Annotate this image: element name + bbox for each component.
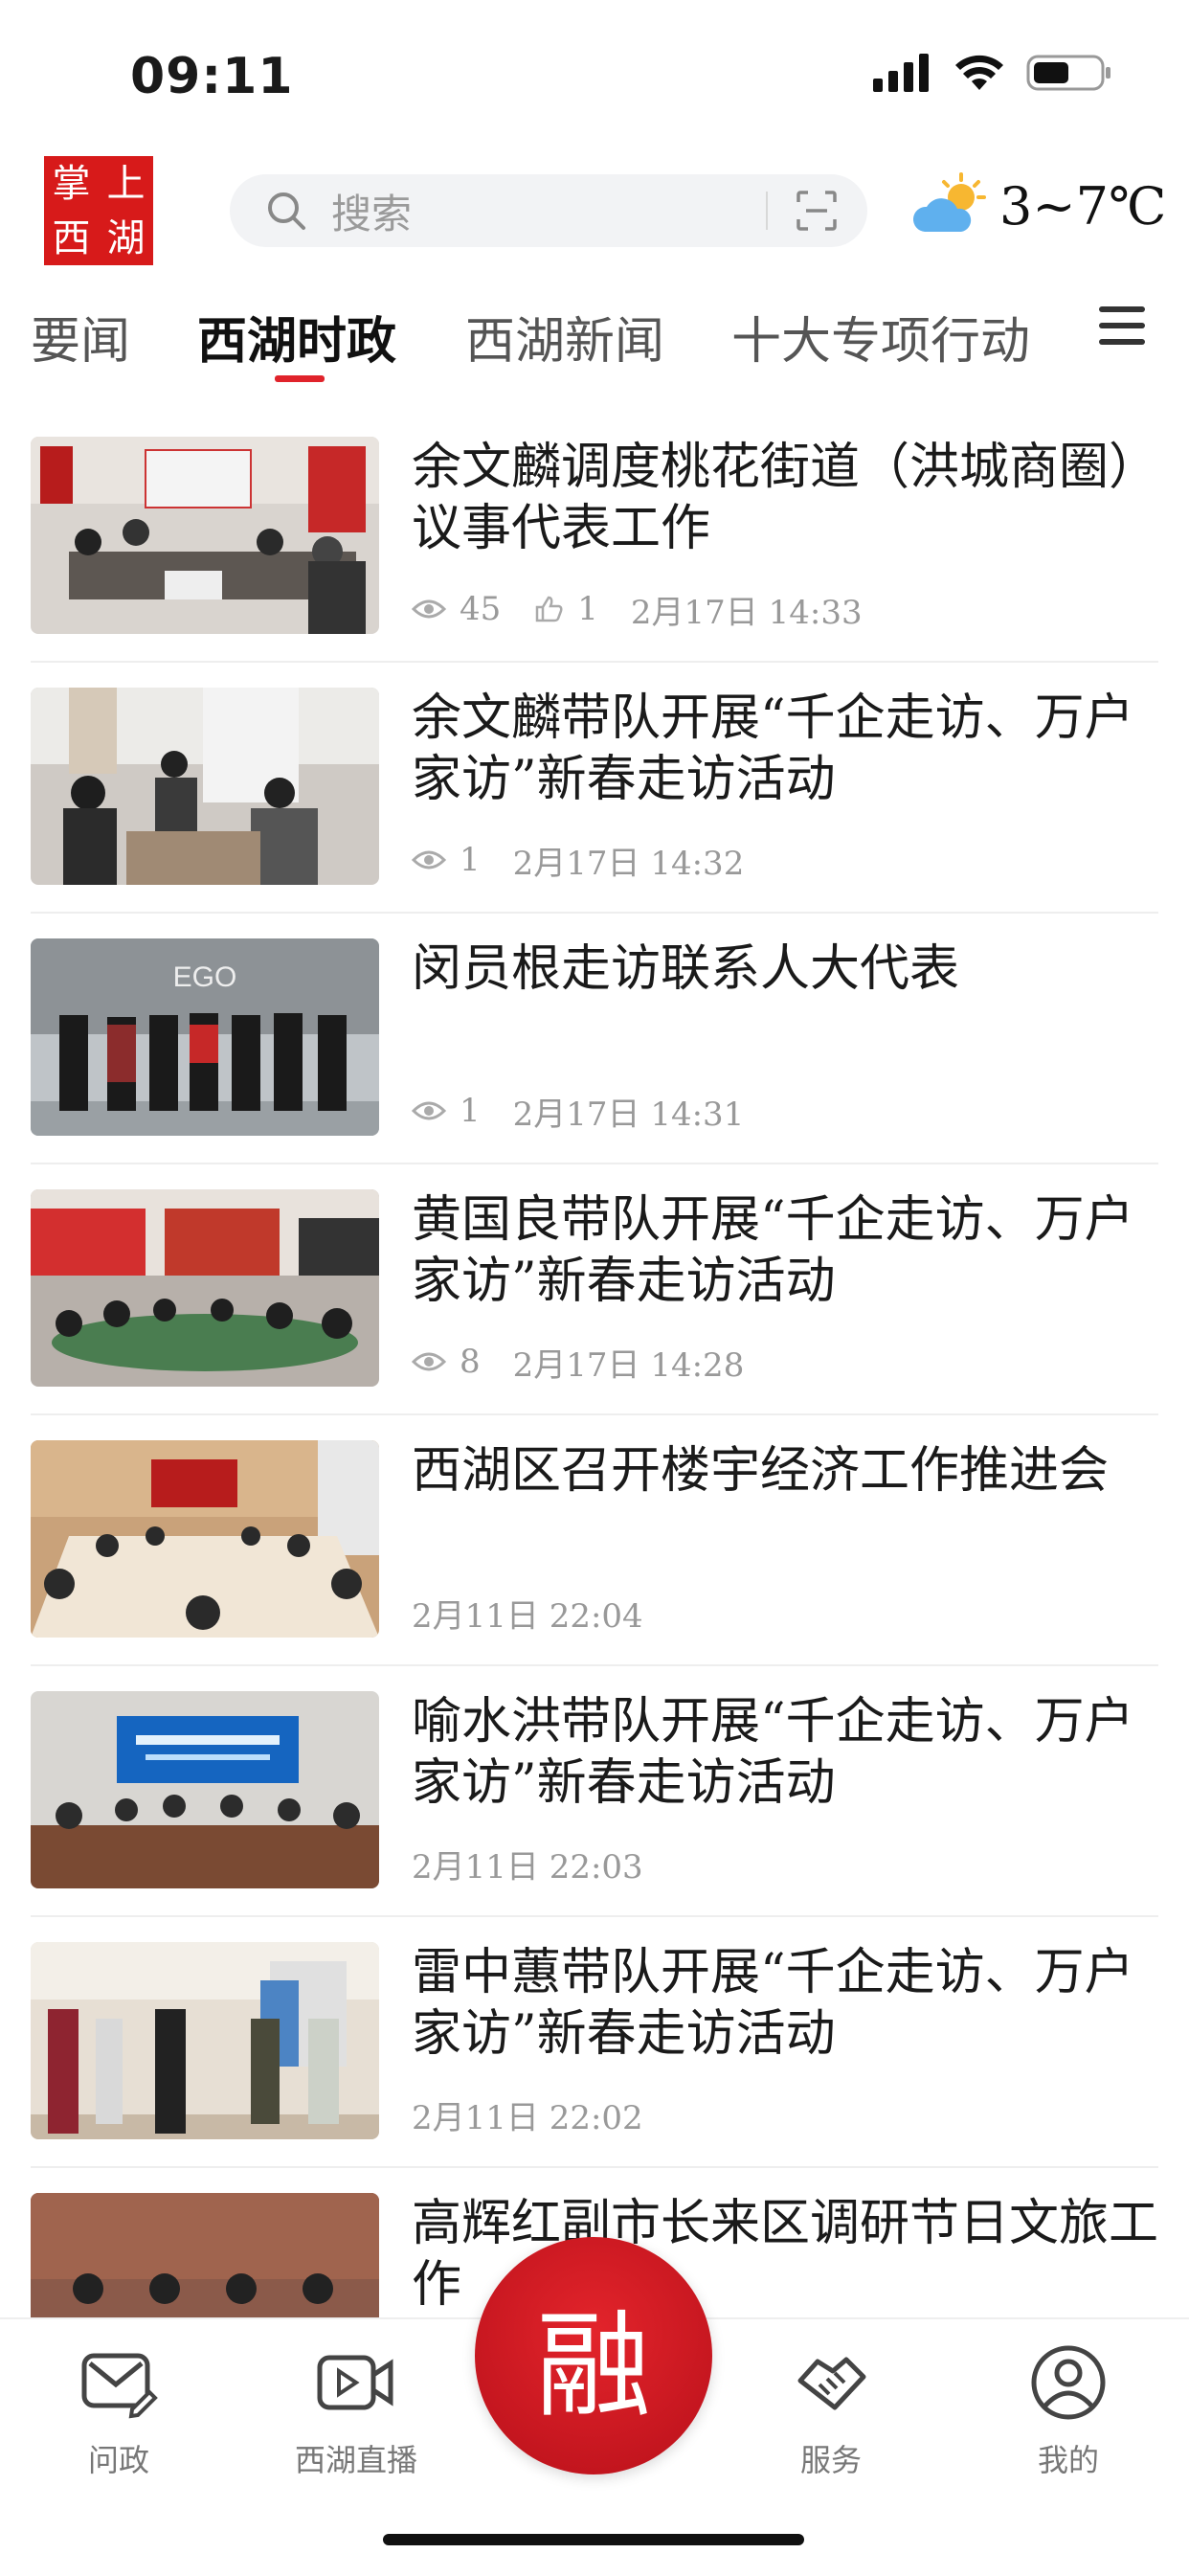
menu-icon[interactable] xyxy=(1099,306,1145,345)
publish-time: 2月17日 14:32 xyxy=(512,844,745,883)
user-icon xyxy=(1031,2345,1106,2420)
weather-temp: 3~7℃ xyxy=(999,175,1167,237)
status-icons xyxy=(873,53,1112,93)
scan-icon[interactable] xyxy=(795,189,839,233)
news-meta: 45 1 2月17日 14:33 xyxy=(412,590,863,632)
search-bar[interactable]: 搜索 xyxy=(230,174,867,247)
news-title: 余文麟带队开展“千企走访、万户家访”新春走访活动 xyxy=(412,689,1134,808)
tab-shida-zhuanxiang[interactable]: 十大专项行动 xyxy=(731,301,1030,373)
view-count: 45 xyxy=(460,590,502,628)
news-meta: 1 2月17日 14:32 xyxy=(412,841,744,883)
nav-service[interactable]: 服务 xyxy=(745,2342,917,2480)
signal-icon xyxy=(873,54,929,92)
view-count: 1 xyxy=(460,841,481,879)
publish-time: 2月17日 14:33 xyxy=(630,593,863,632)
search-icon xyxy=(268,192,305,230)
news-meta: 1 2月17日 14:31 xyxy=(412,1092,744,1134)
nav-label: 西湖直播 xyxy=(294,2442,417,2478)
news-title: 闵员根走访联系人大代表 xyxy=(412,940,960,998)
news-title: 黄国良带队开展“千企走访、万户家访”新春走访活动 xyxy=(412,1191,1134,1310)
app-logo[interactable]: 掌 上 西 湖 xyxy=(44,156,153,265)
status-time: 09:11 xyxy=(130,48,294,105)
publish-time: 2月11日 22:02 xyxy=(412,2098,643,2137)
news-item[interactable]: 西湖区召开楼宇经济工作推进会 2月11日 22:04 xyxy=(31,1415,1158,1666)
wifi-icon xyxy=(955,55,1003,90)
publish-time: 2月17日 14:31 xyxy=(512,1095,745,1134)
news-meta: 2月11日 22:04 xyxy=(412,1593,643,1636)
news-item[interactable]: EGO 闵员根走访联系人大代表 1 2月17日 14:31 xyxy=(31,914,1158,1164)
news-title: 余文麟调度桃花街道（洪城商圈）议事代表工作 xyxy=(412,439,1159,557)
nav-mine[interactable]: 我的 xyxy=(982,2342,1155,2480)
news-thumbnail xyxy=(31,688,379,885)
channel-tabs: 要闻 西湖时政 西湖新闻 十大专项行动 xyxy=(0,278,1189,383)
svg-text:EGO: EGO xyxy=(173,961,237,993)
search-placeholder: 搜索 xyxy=(331,190,413,237)
handshake-icon xyxy=(797,2357,866,2410)
news-meta: 2月11日 22:02 xyxy=(412,2095,643,2137)
news-title: 西湖区召开楼宇经济工作推进会 xyxy=(412,1442,1110,1500)
status-bar: 09:11 xyxy=(0,0,1189,144)
nav-xihu-live[interactable]: 西湖直播 xyxy=(270,2342,442,2480)
news-item[interactable]: 余文麟带队开展“千企走访、万户家访”新春走访活动 1 2月17日 14:32 xyxy=(31,663,1158,914)
news-meta: 8 2月17日 14:28 xyxy=(412,1343,744,1385)
news-thumbnail xyxy=(31,1189,379,1387)
home-indicator[interactable] xyxy=(383,2534,804,2545)
view-count: 1 xyxy=(460,1092,481,1130)
battery-icon xyxy=(1026,55,1110,91)
tab-xihu-xinwen[interactable]: 西湖新闻 xyxy=(465,301,664,373)
rong-logo-text: 融 xyxy=(536,2300,651,2433)
weather-widget[interactable]: 3~7℃ xyxy=(911,172,1166,239)
video-play-icon xyxy=(317,2355,393,2410)
tab-yaowen[interactable]: 要闻 xyxy=(31,301,130,373)
publish-time: 2月17日 14:28 xyxy=(512,1345,745,1385)
news-thumbnail xyxy=(31,1440,379,1638)
news-title: 喻水洪带队开展“千企走访、万户家访”新春走访活动 xyxy=(412,1693,1134,1812)
news-thumbnail xyxy=(31,1691,379,1888)
eye-icon xyxy=(412,1101,446,1120)
nav-label: 服务 xyxy=(799,2442,862,2478)
envelope-pen-icon xyxy=(81,2353,158,2419)
news-item[interactable]: 雷中蕙带队开展“千企走访、万户家访”新春走访活动 2月11日 22:02 xyxy=(31,1917,1158,2168)
partly-cloudy-icon xyxy=(912,172,986,232)
rong-center-button[interactable]: 融 xyxy=(475,2237,712,2474)
search-divider xyxy=(766,192,768,230)
view-count: 8 xyxy=(460,1343,481,1381)
nav-wenzheng[interactable]: 问政 xyxy=(33,2342,205,2480)
active-tab-indicator xyxy=(275,375,325,382)
news-list: 余文麟调度桃花街道（洪城商圈）议事代表工作 45 1 2月17日 14:33 余… xyxy=(0,412,1189,2419)
news-thumbnail xyxy=(31,1942,379,2139)
tab-xihu-shizheng[interactable]: 西湖时政 xyxy=(197,301,396,373)
news-meta: 2月11日 22:03 xyxy=(412,1844,643,1887)
eye-icon xyxy=(412,850,446,870)
nav-label: 我的 xyxy=(1037,2442,1099,2478)
like-count: 1 xyxy=(577,590,598,628)
publish-time: 2月11日 22:03 xyxy=(412,1847,643,1887)
news-title: 雷中蕙带队开展“千企走访、万户家访”新春走访活动 xyxy=(412,1944,1134,2063)
eye-icon xyxy=(412,599,446,619)
eye-icon xyxy=(412,1352,446,1371)
news-item[interactable]: 黄国良带队开展“千企走访、万户家访”新春走访活动 8 2月17日 14:28 xyxy=(31,1164,1158,1415)
news-item[interactable]: 余文麟调度桃花街道（洪城商圈）议事代表工作 45 1 2月17日 14:33 xyxy=(31,412,1158,663)
thumbs-up-icon xyxy=(536,596,563,622)
publish-time: 2月11日 22:04 xyxy=(412,1596,643,1636)
news-item[interactable]: 喻水洪带队开展“千企走访、万户家访”新春走访活动 2月11日 22:03 xyxy=(31,1666,1158,1917)
app-header: 掌 上 西 湖 搜索 3~7℃ xyxy=(0,144,1189,278)
news-thumbnail xyxy=(31,437,379,634)
news-thumbnail: EGO xyxy=(31,938,379,1136)
nav-label: 问政 xyxy=(87,2442,149,2478)
